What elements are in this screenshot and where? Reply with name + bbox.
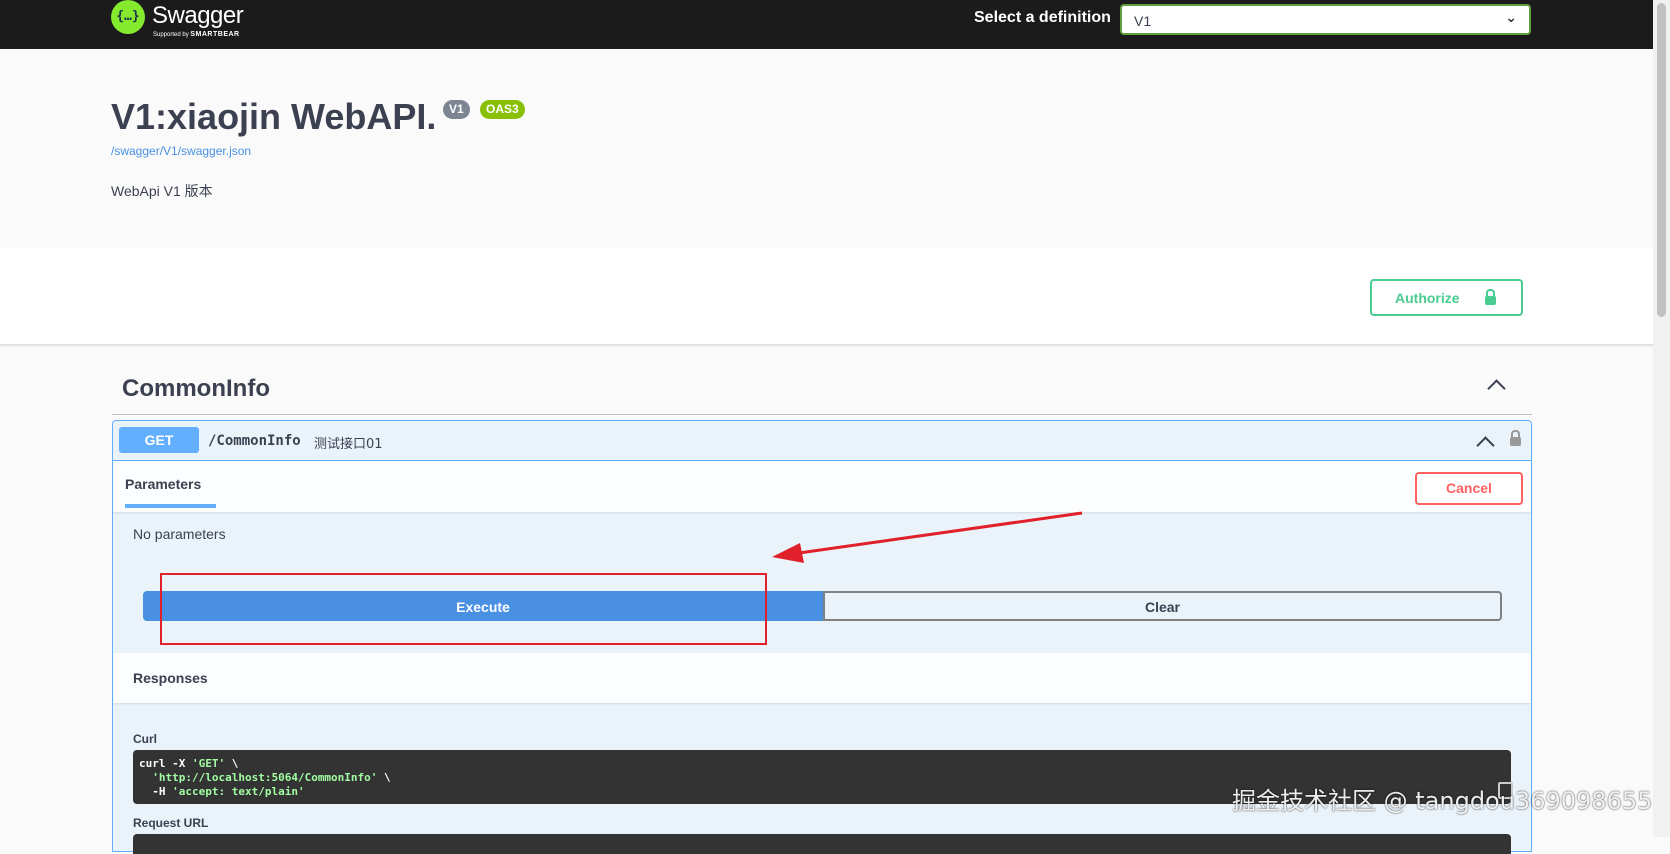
chevron-down-icon: ⌄: [1505, 10, 1517, 26]
no-parameters-text: No parameters: [133, 526, 226, 542]
curl-line: 'http://localhost:5064/CommonInfo' \: [152, 771, 391, 784]
spec-link[interactable]: /swagger/V1/swagger.json: [111, 144, 251, 158]
chevron-up-icon[interactable]: [1488, 376, 1502, 390]
tag-header[interactable]: CommonInfo: [112, 362, 1532, 415]
annotation-highlight-box: [160, 573, 767, 645]
authorize-button[interactable]: Authorize: [1370, 279, 1523, 316]
oas-badge: OAS3: [480, 100, 525, 119]
scrollbar[interactable]: [1653, 0, 1670, 837]
operation-path: /CommonInfo: [208, 433, 301, 449]
tag-title: CommonInfo: [122, 375, 270, 402]
unlock-icon: [1485, 289, 1496, 305]
swagger-logo-icon: {…}: [111, 0, 145, 34]
curl-label: Curl: [133, 732, 157, 746]
operation-summary-text: 测试接口01: [314, 437, 383, 452]
authorize-label: Authorize: [1395, 290, 1460, 306]
version-badge: V1: [443, 100, 470, 119]
brand-sub: Supported by SMARTBEAR: [153, 31, 240, 38]
definition-select[interactable]: V1 ⌄: [1120, 4, 1531, 35]
definition-label: Select a definition: [974, 9, 1111, 26]
cancel-button[interactable]: Cancel: [1415, 472, 1523, 505]
brand-name: Swagger: [152, 2, 244, 29]
clear-button[interactable]: Clear: [823, 591, 1502, 621]
request-url-label: Request URL: [133, 816, 209, 830]
brand-sub-prefix: Supported by: [153, 32, 189, 38]
api-description: WebApi V1 版本: [111, 183, 213, 199]
definition-select-value: V1: [1134, 13, 1152, 29]
request-url-block[interactable]: [133, 834, 1511, 854]
responses-title: Responses: [133, 670, 208, 686]
brand-sub-name: SMARTBEAR: [190, 31, 240, 38]
lock-icon[interactable]: [1510, 430, 1521, 446]
curl-line: -H 'accept: text/plain': [139, 785, 305, 798]
scroll-thumb[interactable]: [1657, 3, 1666, 317]
curl-line: curl -X 'GET' \: [139, 757, 239, 770]
tab-parameters[interactable]: Parameters: [125, 476, 201, 492]
responses-header: Responses: [113, 653, 1531, 703]
method-badge: GET: [119, 427, 199, 453]
topbar: {…} Swagger Supported by SMARTBEAR Selec…: [0, 0, 1653, 49]
api-title: V1:xiaojin WebAPI.: [111, 96, 437, 137]
operation-summary[interactable]: GET /CommonInfo 测试接口01: [113, 421, 1531, 461]
annotation-arrow: [772, 511, 1083, 563]
collapse-chevron-icon[interactable]: [1477, 433, 1491, 447]
watermark: 掘金技术社区 @ tangdou369098655: [1232, 787, 1653, 815]
tab-underline: [125, 504, 216, 508]
